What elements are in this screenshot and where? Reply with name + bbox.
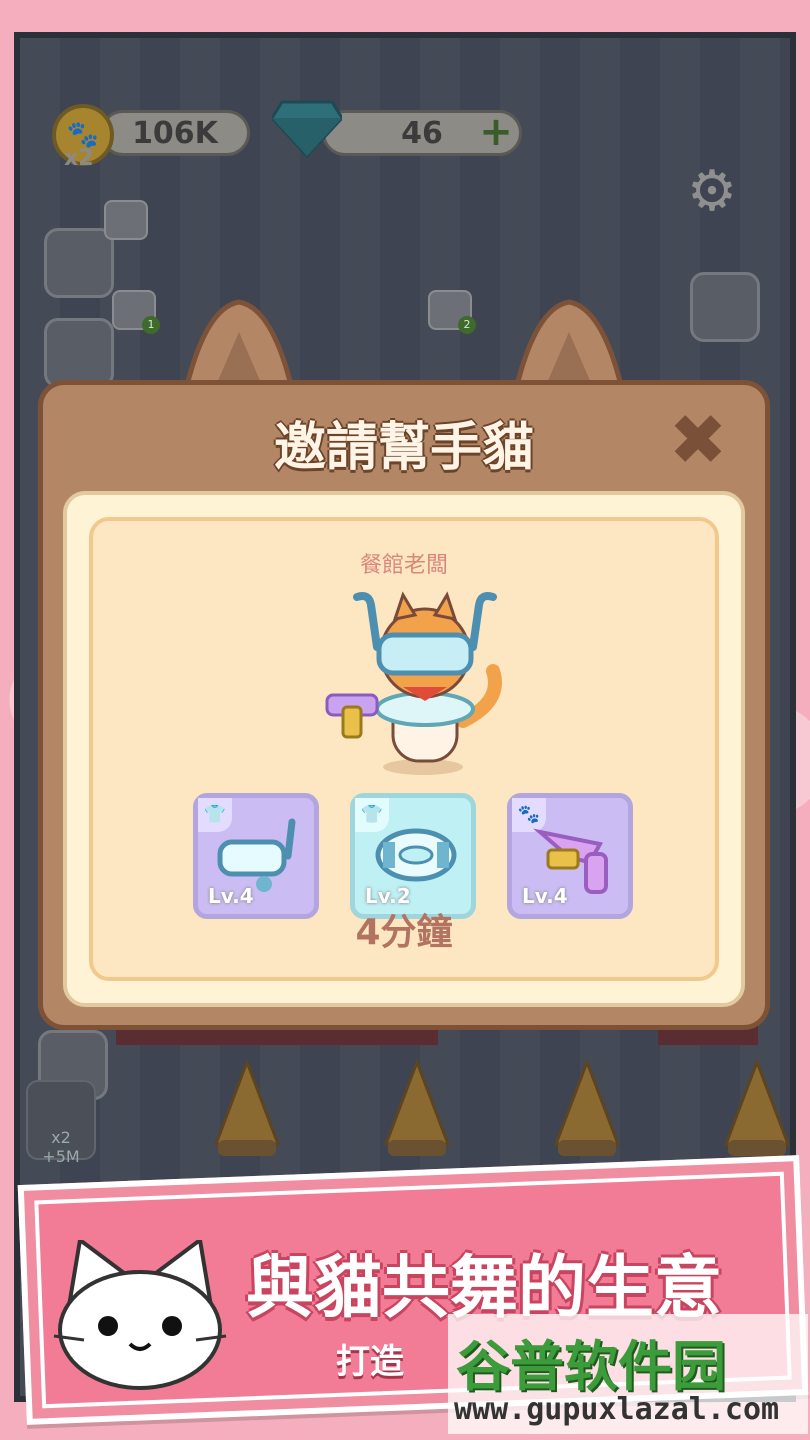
- invite-duration: 4分鐘: [355, 912, 453, 953]
- water-gun-item[interactable]: 🐾 Lv.4: [507, 793, 633, 919]
- equipment-list: 👕 Lv.4 👕 Lv.2 🐾 Lv.4: [193, 793, 633, 919]
- diver-cat-character: [325, 591, 502, 775]
- order-count-b: 2: [458, 316, 476, 334]
- swim-ring-icon: [375, 828, 457, 882]
- settings-gear-icon[interactable]: ⚙: [680, 160, 744, 224]
- gem-amount: 46: [401, 115, 443, 151]
- helper-role: 餐館老闆: [359, 553, 448, 578]
- diamond-icon: [272, 100, 342, 158]
- watermark-url: www.gupuxlazal.com: [454, 1392, 780, 1427]
- watermark: 谷普软件园 www.gupuxlazal.com: [448, 1314, 808, 1434]
- bubble-badge-top: [104, 200, 148, 240]
- promo-subtitle: 打造: [336, 1342, 404, 1382]
- add-gems-button[interactable]: +: [478, 112, 514, 152]
- snorkel-mask-item[interactable]: 👕 Lv.4: [193, 793, 319, 919]
- swim-ring-item[interactable]: 👕 Lv.2: [350, 793, 476, 919]
- burger-order-bubble[interactable]: 2: [428, 290, 476, 334]
- mail-button[interactable]: [690, 272, 760, 342]
- coin-amount: 106K: [132, 115, 218, 151]
- order-count-a: 1: [142, 316, 160, 334]
- pizza-slice-icon: [554, 1060, 620, 1156]
- white-cat-face-icon: [53, 1240, 227, 1390]
- shop-button[interactable]: [44, 228, 114, 298]
- invite-helper-cat-dialog: 邀請幫手貓 ✖ 餐館老闆 👕 Lv.4 👕 Lv.2 🐾 Lv.4 4分鐘: [38, 380, 770, 1030]
- pizza-slice-icon: [724, 1060, 790, 1156]
- pizza-order-bubble[interactable]: 1: [112, 290, 160, 334]
- helper-card: 餐館老闆 👕 Lv.4 👕 Lv.2 🐾 Lv.4 4分鐘: [89, 517, 719, 981]
- pizza-slice-icon: [384, 1060, 450, 1156]
- dialog-title: 邀請幫手貓: [273, 418, 534, 478]
- coin-counter: 106K: [100, 110, 250, 156]
- boost-value: +5M: [42, 1147, 80, 1166]
- coin-multiplier: x2: [64, 146, 94, 171]
- pizza-slice-icon: [214, 1060, 280, 1156]
- dialog-panel: 餐館老闆 👕 Lv.4 👕 Lv.2 🐾 Lv.4 4分鐘: [63, 491, 745, 1007]
- close-icon[interactable]: ✖: [663, 405, 733, 475]
- boost-button[interactable]: x2 +5M: [26, 1080, 96, 1166]
- boost-multiplier: x2: [51, 1128, 71, 1147]
- watermark-text: 谷普软件园: [456, 1335, 726, 1398]
- gift-box-button[interactable]: [44, 318, 114, 388]
